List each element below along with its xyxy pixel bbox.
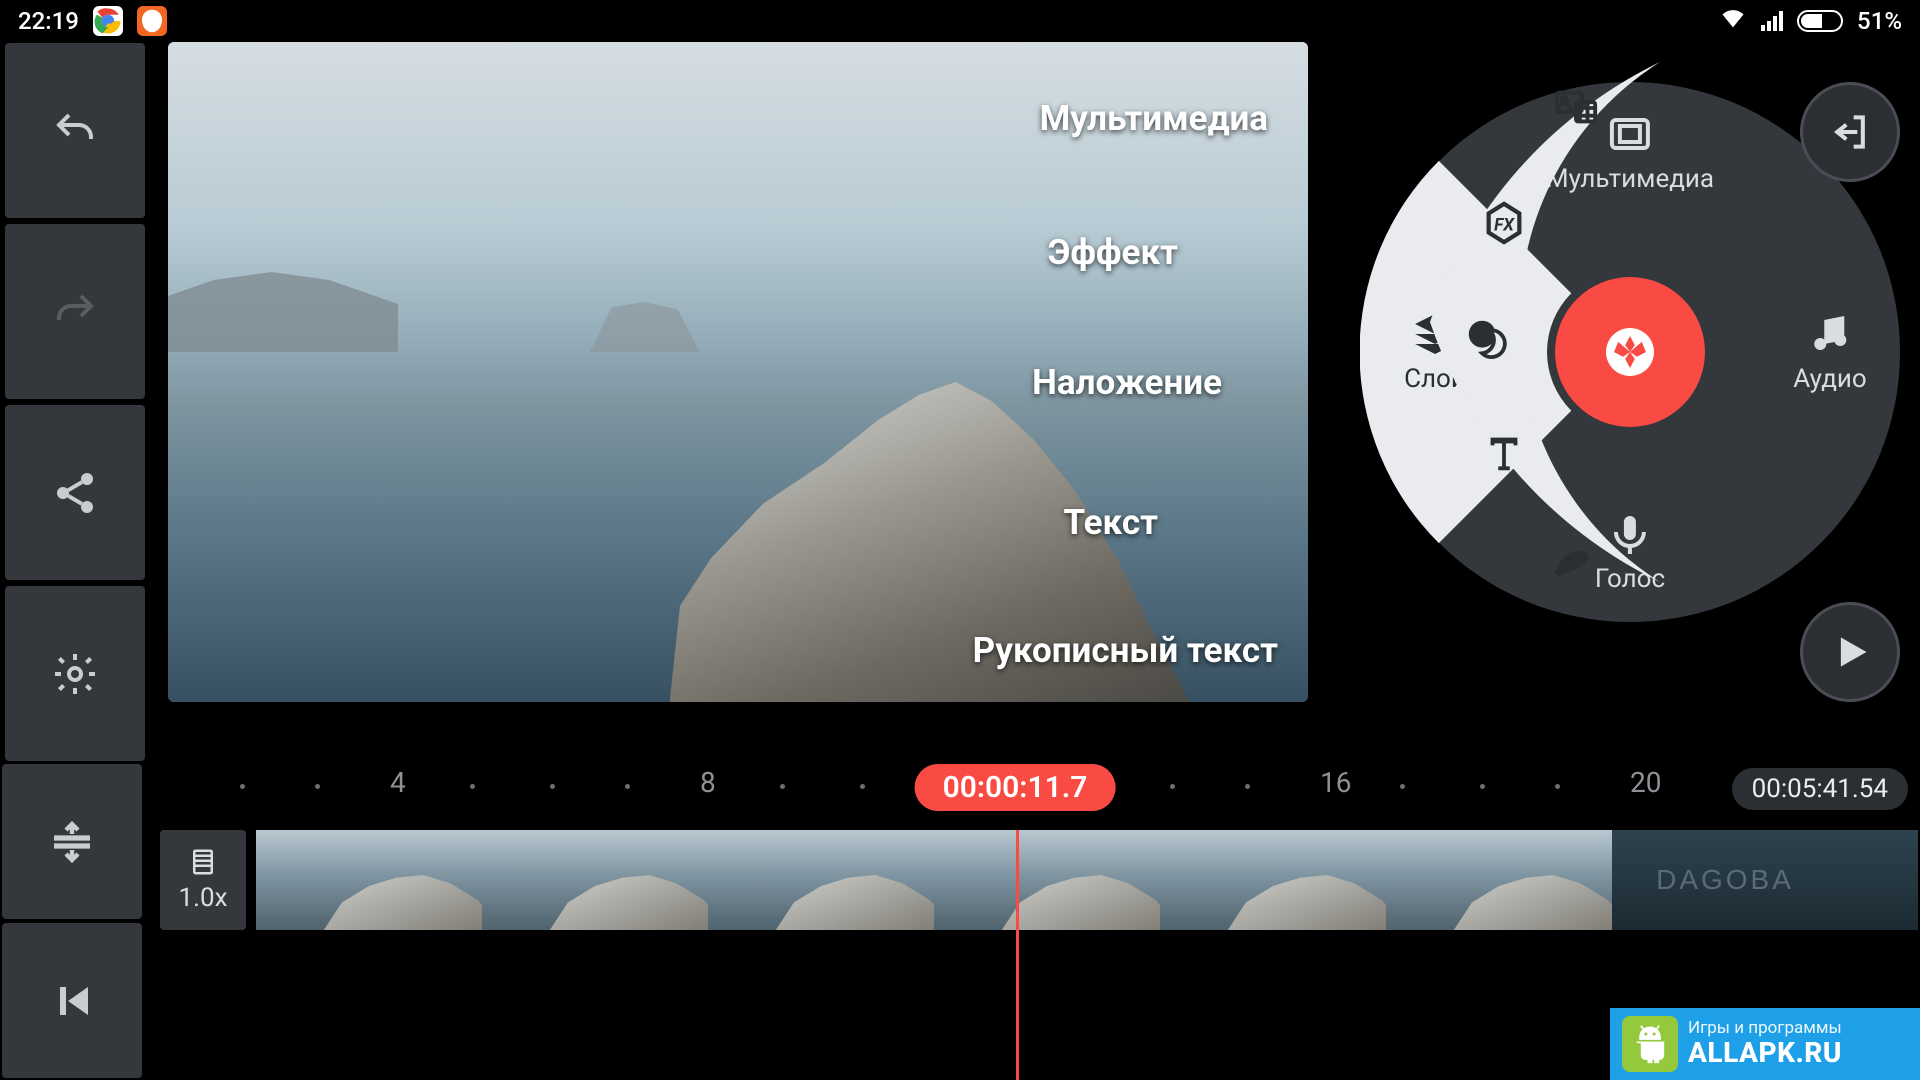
redo-button[interactable]: [5, 224, 145, 399]
ruler-tick: 4: [390, 766, 406, 799]
ruler-tick: 16: [1320, 766, 1351, 799]
fan-item-text[interactable]: [1468, 417, 1540, 489]
video-track[interactable]: 1.0x DAGOBA: [160, 820, 1920, 940]
record-button[interactable]: [1555, 277, 1705, 427]
timeline-clip[interactable]: [1160, 830, 1386, 930]
svg-text:FX: FX: [1494, 216, 1515, 236]
undo-button[interactable]: [5, 43, 145, 218]
ruler-tick: 8: [700, 766, 716, 799]
timeline-expand-button[interactable]: [2, 764, 142, 919]
ruler-tick: 20: [1630, 766, 1661, 799]
battery-icon: [1797, 10, 1843, 32]
app-icon: [137, 6, 167, 36]
playhead-line[interactable]: [1016, 830, 1019, 1080]
wifi-icon: [1719, 4, 1747, 38]
fan-item-effect[interactable]: FX: [1468, 187, 1540, 259]
watermark-badge: Игры и программы ALLAPK.RU: [1610, 1008, 1920, 1080]
exit-button[interactable]: [1800, 82, 1900, 182]
timeline-clip[interactable]: [934, 830, 1160, 930]
total-duration: 00:05:41.54: [1732, 768, 1908, 810]
fan-item-handwriting[interactable]: [1536, 522, 1608, 594]
video-preview[interactable]: Мультимедиа Эффект Наложение Текст Рукоп…: [168, 42, 1308, 702]
clock-text: 22:19: [18, 7, 79, 35]
timeline-clip[interactable]: [1838, 830, 1918, 930]
wheel-label-right: Аудио: [1793, 364, 1866, 394]
share-button[interactable]: [5, 405, 145, 580]
timeline-jump-start-button[interactable]: [2, 923, 142, 1078]
clip-speed-chip[interactable]: 1.0x: [160, 830, 246, 930]
chrome-icon: [93, 6, 123, 36]
clip-speed-value: 1.0x: [179, 883, 228, 913]
timeline-clip[interactable]: [482, 830, 708, 930]
fan-item-multimedia[interactable]: [1540, 72, 1612, 144]
timeline-ruler[interactable]: 4 8 16 20 00:00:11.7 00:05:41.54: [160, 762, 1920, 814]
play-button[interactable]: [1800, 602, 1900, 702]
watermark-title: ALLAPK.RU: [1688, 1038, 1842, 1067]
timeline-clip[interactable]: DAGOBA: [1612, 830, 1838, 930]
settings-button[interactable]: [5, 586, 145, 761]
timeline-clip[interactable]: [256, 830, 482, 930]
playhead-time[interactable]: 00:00:11.7: [915, 764, 1116, 811]
fan-item-overlay[interactable]: [1450, 302, 1522, 374]
watermark-subtitle: Игры и программы: [1688, 1020, 1842, 1038]
timeline-clip[interactable]: [708, 830, 934, 930]
left-sidebar: [0, 42, 150, 762]
android-icon: [1622, 1016, 1678, 1072]
battery-percent: 51%: [1857, 7, 1902, 35]
signal-icon: [1761, 11, 1783, 31]
timeline-clip[interactable]: [1386, 830, 1612, 930]
